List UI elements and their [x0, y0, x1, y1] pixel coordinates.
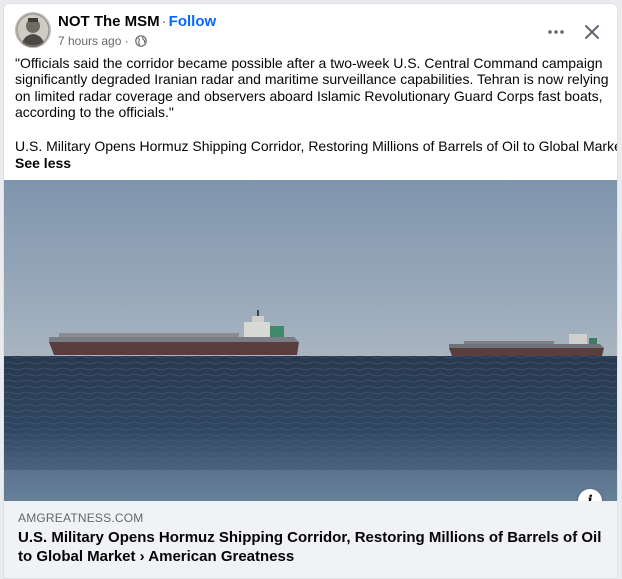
- see-less-button[interactable]: See less: [15, 155, 71, 171]
- post-headline-text: U.S. Military Opens Hormuz Shipping Corr…: [15, 138, 618, 154]
- close-button[interactable]: [578, 18, 606, 46]
- avatar-image: [16, 13, 50, 47]
- post-timestamp[interactable]: 7 hours ago: [58, 34, 121, 48]
- post-header: NOT The MSM · Follow 7 hours ago ·: [4, 4, 617, 54]
- globe-icon: [135, 35, 147, 50]
- post-card: NOT The MSM · Follow 7 hours ago · "Offi…: [3, 3, 618, 579]
- link-domain: AMGREATNESS.COM: [18, 511, 144, 525]
- tankers-at-sea-image: [4, 180, 617, 501]
- more-horizontal-icon: [548, 30, 564, 34]
- author-separator: ·: [161, 13, 167, 30]
- author-line: NOT The MSM · Follow: [58, 13, 216, 30]
- close-icon: [585, 25, 599, 39]
- author-name[interactable]: NOT The MSM: [58, 13, 160, 30]
- link-title: U.S. Military Opens Hormuz Shipping Corr…: [18, 529, 602, 565]
- timestamp-separator: ·: [124, 34, 129, 48]
- post-quote-text: "Officials said the corridor became poss…: [15, 55, 609, 121]
- follow-button[interactable]: Follow: [169, 13, 217, 30]
- author-avatar[interactable]: [15, 12, 51, 48]
- more-options-button[interactable]: [542, 18, 570, 46]
- post-meta: 7 hours ago ·: [58, 34, 147, 50]
- link-preview-image[interactable]: [4, 180, 617, 501]
- link-preview[interactable]: AMGREATNESS.COM U.S. Military Opens Horm…: [4, 501, 617, 578]
